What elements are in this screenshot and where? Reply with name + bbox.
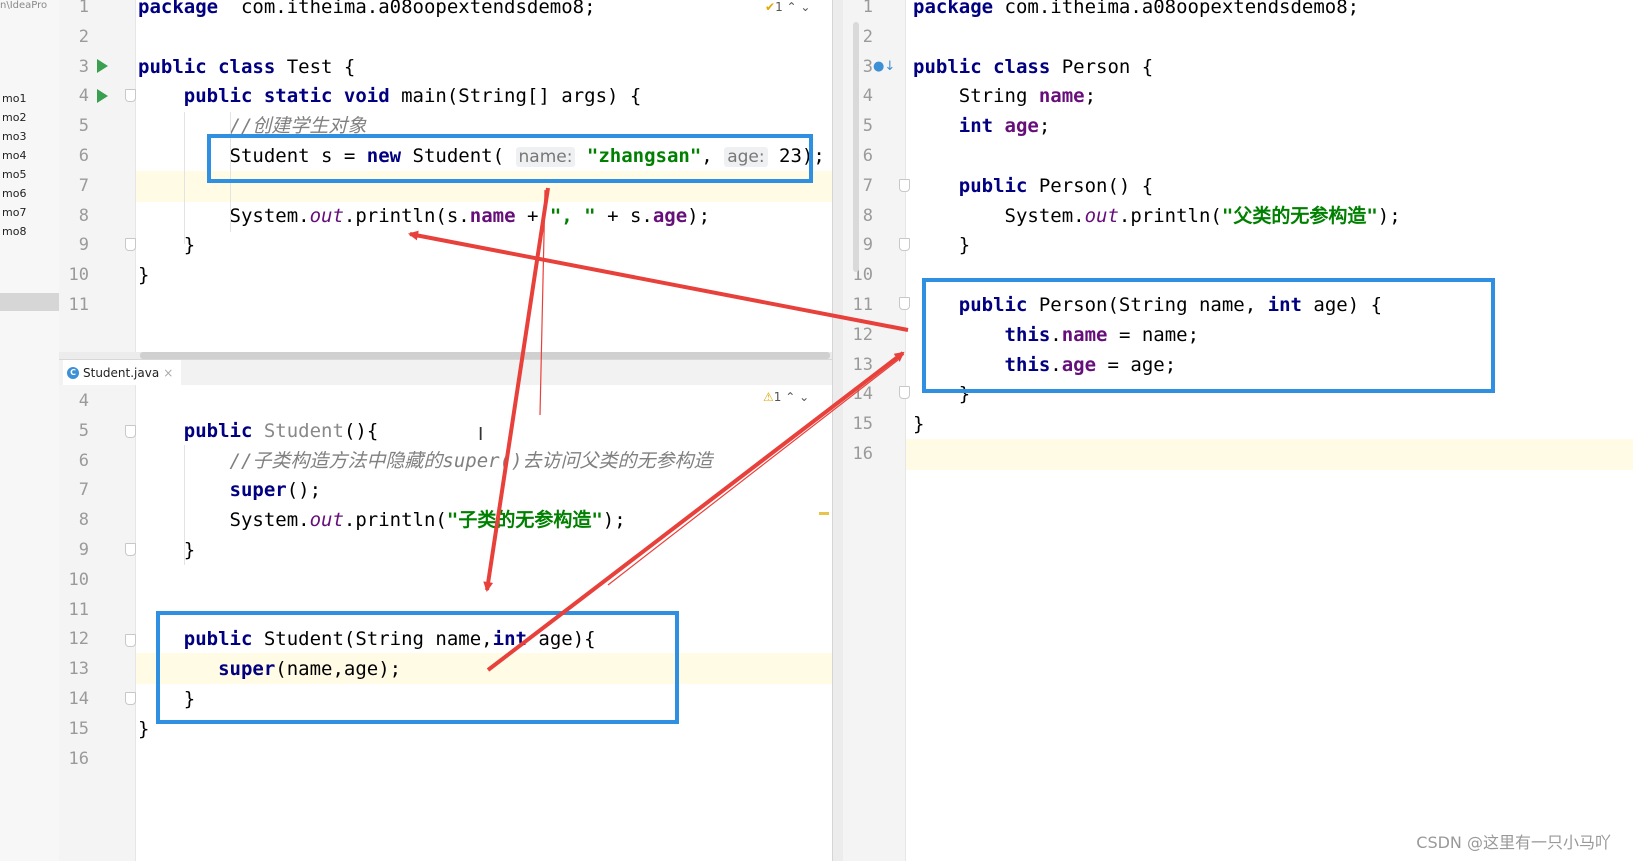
arrow-line-thin <box>607 359 899 586</box>
arrow-to-println <box>408 230 909 332</box>
arrow-to-student-constructor <box>483 187 550 592</box>
watermark: CSDN @这里有一只小马吖 <box>1416 833 1611 852</box>
annotation-arrows <box>408 187 909 672</box>
arrow-to-person-constructor <box>486 351 905 672</box>
